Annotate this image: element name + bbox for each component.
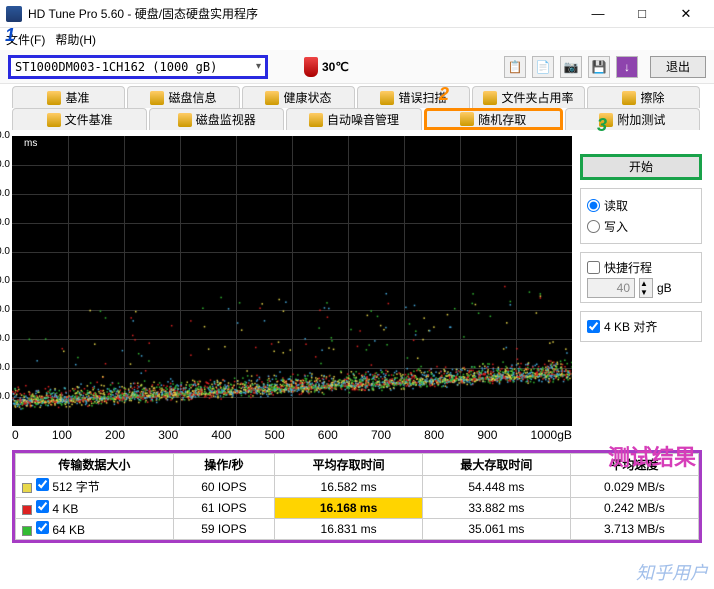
maximize-button[interactable]: □	[620, 0, 664, 28]
temperature-value: 30℃	[322, 60, 349, 74]
thermometer-icon	[304, 57, 318, 77]
watermark: 知乎用户	[636, 559, 708, 585]
drive-select-value: ST1000DM003-1CH162 (1000 gB)	[15, 60, 256, 74]
table-row: 4 KB61 IOPS16.168 ms33.882 ms0.242 MB/s	[16, 498, 699, 519]
col-header: 最大存取时间	[422, 454, 570, 476]
col-header: 操作/秒	[173, 454, 274, 476]
annotation-marker-1: 1	[5, 25, 15, 46]
menu-help[interactable]: 帮助(H)	[55, 31, 96, 48]
annotation-marker-3: 3	[597, 115, 607, 136]
results-table: 传输数据大小操作/秒平均存取时间最大存取时间平均速度 512 字节60 IOPS…	[12, 450, 702, 543]
short-stroke-unit: gB	[657, 281, 672, 295]
tab-icon	[178, 113, 192, 127]
scatter-chart: ms 10.020.030.040.050.060.070.080.090.01…	[12, 136, 572, 426]
chevron-down-icon: ▾	[256, 61, 261, 72]
tab-icon	[47, 113, 61, 127]
tab-diskinfo[interactable]: 磁盘信息	[127, 86, 240, 108]
copy2-icon[interactable]: 📄	[532, 56, 554, 78]
tab-icon	[380, 91, 394, 105]
row-label[interactable]: 512 字节	[16, 476, 174, 498]
titlebar: HD Tune Pro 5.60 - 硬盘/固态硬盘实用程序 — □ ✕	[0, 0, 714, 28]
minimize-button[interactable]: —	[576, 0, 620, 28]
radio-write[interactable]: 写入	[587, 216, 695, 237]
row-label[interactable]: 4 KB	[16, 498, 174, 519]
copy-icon[interactable]: 📋	[504, 56, 526, 78]
spin-buttons[interactable]: ▲▼	[639, 278, 653, 298]
tab-icon	[483, 91, 497, 105]
radio-read[interactable]: 读取	[587, 195, 695, 216]
annotation-marker-2: 2	[439, 84, 449, 105]
table-row: 512 字节60 IOPS16.582 ms54.448 ms0.029 MB/…	[16, 476, 699, 498]
tab-random[interactable]: 随机存取	[424, 108, 563, 130]
tab-extra[interactable]: 附加测试	[565, 108, 700, 130]
start-button[interactable]: 开始	[580, 154, 702, 180]
side-panel: 开始 读取 写入 快捷行程 40 ▲▼ gB 4 KB 对齐	[580, 136, 702, 444]
align-checkbox[interactable]: 4 KB 对齐	[587, 316, 695, 337]
toolbar-icons: 📋 📄 📷 💾 ↓ 退出	[504, 56, 706, 78]
results-heading: 测试结果	[608, 440, 696, 472]
exit-button[interactable]: 退出	[650, 56, 706, 78]
chart-area: ms 10.020.030.040.050.060.070.080.090.01…	[12, 136, 572, 444]
scatter-canvas	[12, 136, 572, 426]
drive-select[interactable]: ST1000DM003-1CH162 (1000 gB) ▾	[8, 55, 268, 79]
col-header: 平均存取时间	[275, 454, 423, 476]
tab-errorscan[interactable]: 错误扫描	[357, 86, 470, 108]
temperature: 30℃	[304, 57, 349, 77]
tab-icon	[622, 91, 636, 105]
save-icon[interactable]: 💾	[588, 56, 610, 78]
tab-erase[interactable]: 擦除	[587, 86, 700, 108]
camera-icon[interactable]: 📷	[560, 56, 582, 78]
tab-diskmonitor[interactable]: 磁盘监视器	[149, 108, 284, 130]
menubar: 文件(F) 帮助(H)	[0, 28, 714, 50]
tab-filebench[interactable]: 文件基准	[12, 108, 147, 130]
col-header: 传输数据大小	[16, 454, 174, 476]
toolbar: ST1000DM003-1CH162 (1000 gB) ▾ 30℃ 📋 📄 📷…	[0, 50, 714, 84]
y-axis: 10.020.030.040.050.060.070.080.090.0100.…	[0, 136, 12, 426]
arrow-down-icon[interactable]: ↓	[616, 56, 638, 78]
x-axis: 01002003004005006007008009001000gB	[12, 426, 572, 444]
table-row: 64 KB59 IOPS16.831 ms35.061 ms3.713 MB/s	[16, 519, 699, 540]
tab-icon	[47, 91, 61, 105]
window-title: HD Tune Pro 5.60 - 硬盘/固态硬盘实用程序	[28, 5, 576, 22]
mode-radios: 读取 写入	[580, 188, 702, 244]
tab-health[interactable]: 健康状态	[242, 86, 355, 108]
short-stroke-value[interactable]: 40	[587, 278, 635, 298]
tab-aam[interactable]: 自动噪音管理	[286, 108, 421, 130]
short-stroke-row: 快捷行程 40 ▲▼ gB	[580, 252, 702, 303]
align-row: 4 KB 对齐	[580, 311, 702, 342]
app-icon	[6, 6, 22, 22]
tab-icon	[460, 112, 474, 126]
row-label[interactable]: 64 KB	[16, 519, 174, 540]
tab-icon	[150, 91, 164, 105]
tab-folderusage[interactable]: 文件夹占用率	[472, 86, 585, 108]
close-button[interactable]: ✕	[664, 0, 708, 28]
tab-benchmark[interactable]: 基准	[12, 86, 125, 108]
tab-icon	[265, 91, 279, 105]
short-stroke-checkbox[interactable]: 快捷行程	[587, 257, 695, 278]
tab-icon	[309, 113, 323, 127]
